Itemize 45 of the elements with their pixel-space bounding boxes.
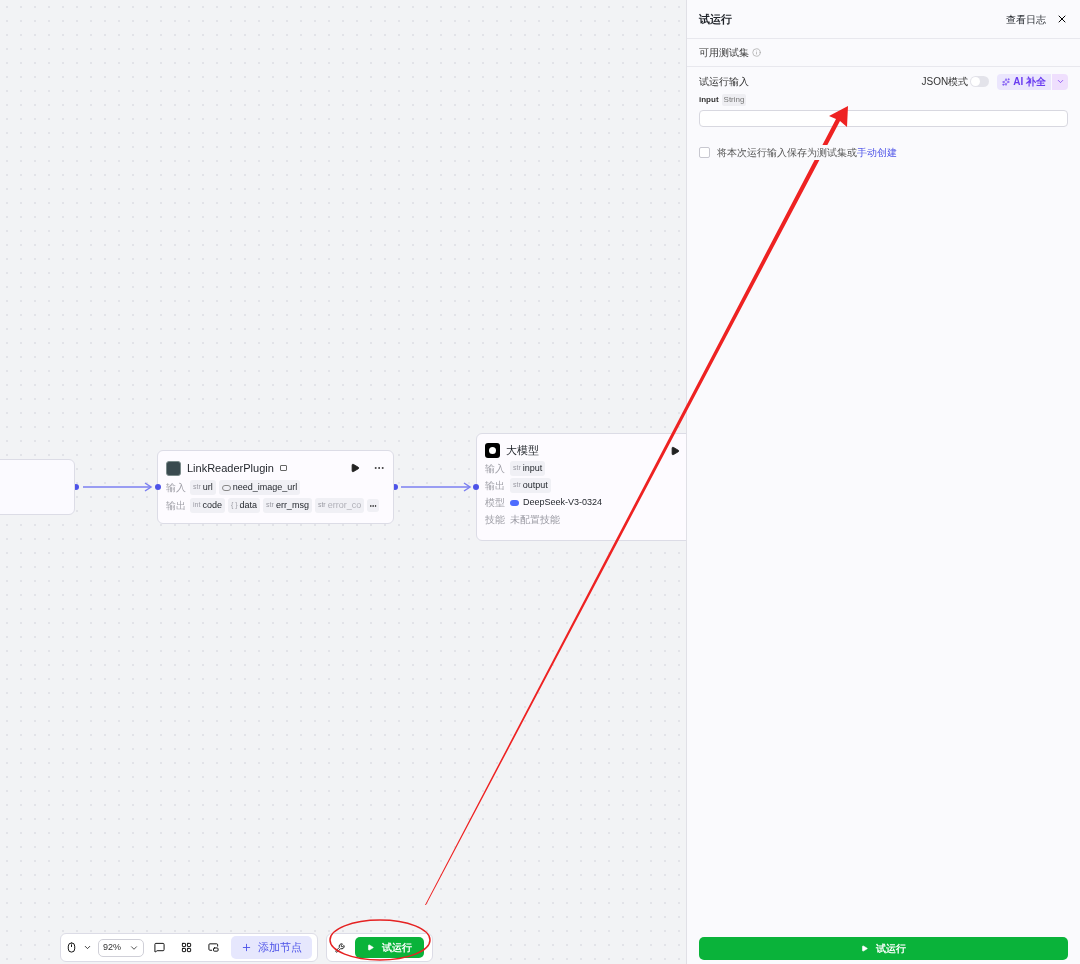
grid-icon[interactable] (181, 942, 192, 953)
field-label: input (699, 93, 719, 106)
json-mode-label: JSON模式 (921, 75, 969, 89)
save-option-text: 将本次运行输入保存为测试集或手动创建 (717, 145, 897, 160)
parameter-tag: need_image_url (218, 480, 301, 495)
model-logo-icon (485, 443, 500, 458)
type-tag: String (721, 93, 747, 106)
wrench-icon[interactable] (335, 942, 345, 953)
json-mode-switch[interactable] (970, 76, 990, 87)
chevron-down-icon (1055, 77, 1065, 86)
model-name: DeepSeek-V3-0324 (523, 495, 603, 509)
close-icon[interactable] (1056, 13, 1068, 25)
badge-icon (279, 465, 287, 471)
more-button[interactable] (367, 499, 380, 512)
sparkle-icon (1002, 77, 1011, 86)
row-label: 输入 (166, 481, 187, 495)
test-set-label: 可用测试集 (699, 46, 749, 60)
zoom-select[interactable]: 92% (98, 938, 144, 957)
plus-icon (241, 942, 252, 953)
save-checkbox[interactable] (699, 147, 710, 158)
create-manually-link[interactable]: 手动创建 (857, 147, 897, 158)
add-node-button[interactable]: 添加节点 (231, 936, 312, 959)
node-title: 大模型 (506, 443, 539, 459)
play-icon (861, 945, 868, 952)
row-label: 技能 (485, 513, 506, 527)
run-icon[interactable] (350, 463, 360, 473)
workflow-node[interactable] (0, 459, 75, 515)
section-title: 试运行输入 (699, 75, 749, 89)
row-label: 输出 (166, 499, 187, 513)
view-log-link[interactable]: 查看日志 (1006, 11, 1046, 27)
panel-title: 试运行 (699, 11, 732, 27)
play-icon (367, 944, 374, 951)
row-label: 模型 (485, 496, 506, 510)
chevron-down-icon[interactable] (83, 943, 92, 952)
mouse-icon[interactable] (66, 942, 77, 953)
ai-complete-button[interactable]: AI 补全 (997, 73, 1051, 90)
node-title: LinkReaderPlugin (187, 460, 274, 476)
run-icon[interactable] (670, 445, 680, 456)
input-field[interactable] (699, 109, 1068, 127)
skills-note: 未配置技能 (510, 513, 560, 527)
row-label: 输入 (485, 462, 506, 476)
row-label: 输出 (485, 479, 506, 493)
plugin-logo-icon (166, 460, 181, 476)
comment-icon[interactable] (154, 942, 165, 953)
minimap-icon[interactable] (208, 942, 219, 953)
